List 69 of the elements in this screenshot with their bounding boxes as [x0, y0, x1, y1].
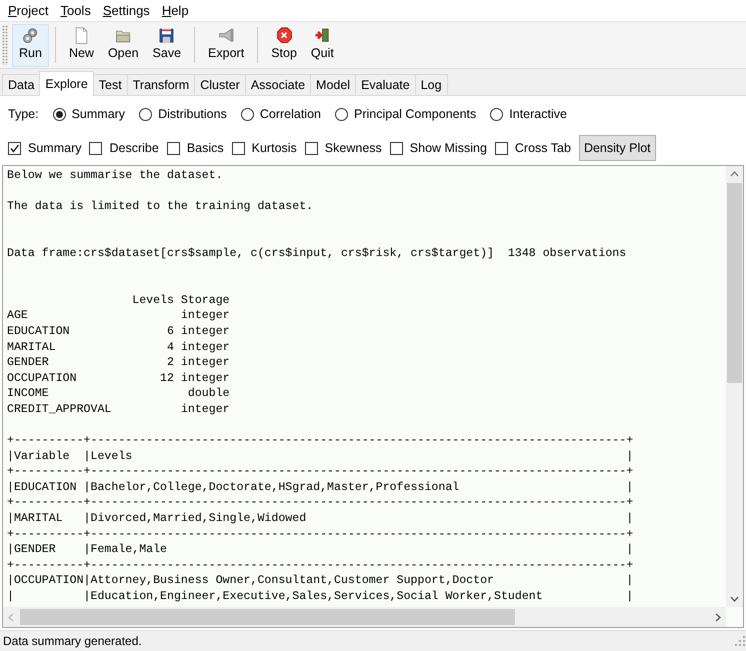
output-line: CREDIT_APPROVAL integer — [7, 402, 231, 418]
checkbox-label[interactable]: Basics — [186, 138, 224, 158]
output-line: OCCUPATION 12 integer — [7, 370, 231, 386]
output-line: |OCCUPATION|Attorney,Business Owner,Consultant,Customer Support,Doctor | — [7, 573, 634, 590]
output-line: |Variable |Levels | — [7, 448, 634, 464]
radio-label[interactable]: Summary — [72, 104, 126, 124]
resize-grip-icon — [734, 635, 746, 647]
output-line: INCOME double — [7, 386, 231, 402]
radio-label[interactable]: Distributions — [158, 104, 227, 124]
radio-button[interactable] — [240, 108, 254, 120]
output-line: +----------+-----------------------------------------------------------------------------+ — [7, 464, 634, 480]
checkbox[interactable] — [232, 142, 245, 154]
checkbox[interactable] — [166, 142, 180, 154]
scrollbar-thumb[interactable] — [20, 609, 515, 625]
output-line: |GENDER |Female,Male | — [7, 542, 634, 558]
type-label: Type: — [8, 106, 39, 123]
radio-label[interactable]: Interactive — [509, 104, 567, 124]
output-line: Data frame:crs$dataset[crs$sample, c(crs$input, crs$risk, crs$target)] 1348 observations — [7, 246, 628, 262]
tab[interactable]: Explore — [39, 71, 94, 96]
toolbar-button[interactable]: New — [62, 24, 101, 66]
output-line: Levels Storage — [131, 292, 231, 308]
output-line: AGE integer — [7, 308, 231, 324]
checkbox[interactable] — [390, 142, 403, 154]
output-line: GENDER 2 integer — [7, 355, 231, 371]
output-line: The data is limited to the training dataset. — [7, 199, 314, 215]
tab[interactable]: Data — [2, 74, 40, 95]
output-line: +----------+-----------------------------------------------------------------------------+ — [7, 526, 634, 542]
output-line: EDUCATION 6 integer — [7, 324, 231, 340]
checkbox[interactable] — [89, 142, 102, 154]
output-line: | |Education,Engineer,Executive,Sales,Services,Social Worker,Student | — [7, 589, 634, 605]
menu-item[interactable]: Project — [2, 0, 54, 20]
radio-label[interactable]: Correlation — [260, 104, 321, 124]
checkbox[interactable] — [494, 142, 508, 154]
output-line: |EDUCATION |Bachelor,College,Doctorate,HSgrad,Master,Professional | — [7, 480, 634, 496]
tab[interactable]: Log — [414, 74, 448, 95]
toolbar-button[interactable]: Stop — [264, 24, 304, 66]
scrollbar-thumb[interactable] — [727, 183, 742, 383]
vertical-scrollbar[interactable] — [726, 166, 743, 607]
checkbox-label[interactable]: Describe — [109, 138, 159, 158]
output-line: MARITAL 4 integer — [7, 340, 231, 356]
checkbox-label[interactable]: Show Missing — [410, 138, 487, 158]
menu-item[interactable]: Tools — [54, 0, 97, 20]
toolbar-button[interactable]: Save — [146, 24, 188, 66]
radio-button[interactable] — [334, 108, 348, 120]
checkbox[interactable] — [8, 142, 21, 154]
radio-button[interactable] — [490, 108, 504, 120]
output-line: +----------+-----------------------------------------------------------------------------+ — [7, 495, 634, 512]
check-icon — [9, 142, 20, 154]
horizontal-scrollbar[interactable] — [3, 607, 726, 627]
checkbox[interactable] — [304, 142, 318, 154]
output-line: +----------+-----------------------------------------------------------------------------+ — [7, 558, 634, 574]
density-plot-button[interactable]: Density Plot — [578, 134, 656, 162]
checkbox-label[interactable]: Summary — [28, 138, 82, 158]
output-line: Below we summarise the dataset. — [7, 168, 224, 184]
toolbar-button[interactable]: Open — [100, 24, 146, 66]
toolbar-button[interactable]: Export — [201, 24, 252, 66]
radio-label[interactable]: Principal Components — [354, 104, 476, 124]
output-line: |MARITAL |Divorced,Married,Single,Widowed | — [7, 511, 634, 527]
status-text: Data summary generated. — [3, 633, 142, 650]
menu-item[interactable]: Settings — [96, 0, 156, 20]
checkbox-label[interactable]: Skewness — [324, 138, 382, 158]
checkbox-label[interactable]: Kurtosis — [252, 138, 297, 158]
output-line: +----------+-----------------------------------------------------------------------------+ — [7, 433, 634, 449]
toolbar-button[interactable]: Quit — [304, 24, 341, 66]
radio-button[interactable] — [52, 108, 66, 120]
radio-button[interactable] — [139, 108, 152, 120]
toolbar-button[interactable]: Run — [12, 24, 49, 66]
menu-item[interactable]: Help — [156, 0, 195, 20]
checkbox-label[interactable]: Cross Tab — [514, 138, 571, 158]
